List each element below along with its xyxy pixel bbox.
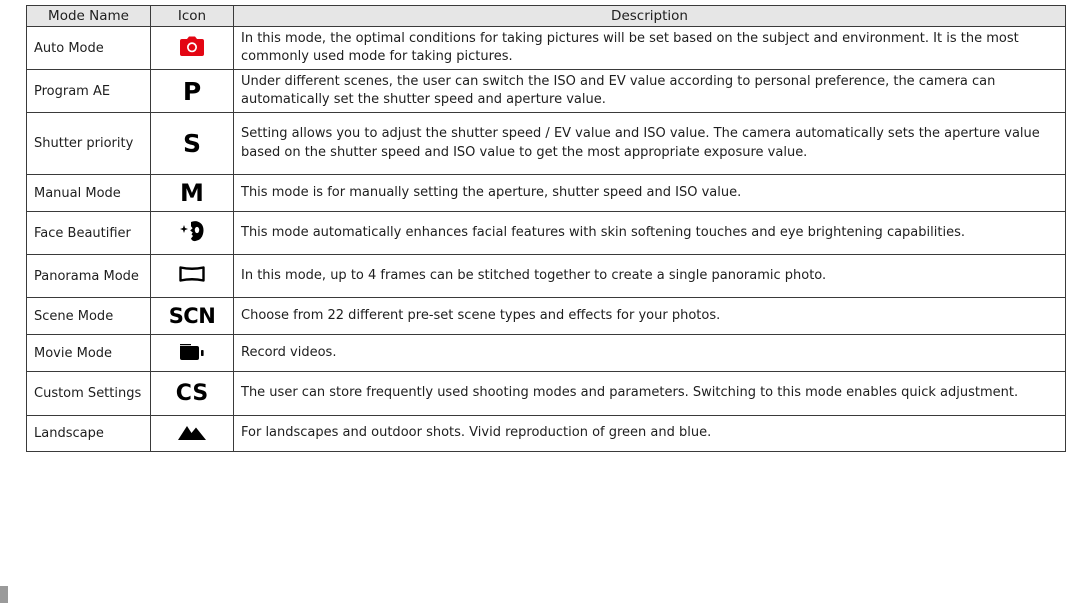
description-cell: Record videos. bbox=[233, 334, 1066, 372]
icon-cell: SCN bbox=[150, 297, 234, 335]
description-cell: In this mode, the optimal conditions for… bbox=[233, 26, 1066, 70]
table-row: Panorama Mode In this mode, up to 4 fram… bbox=[26, 254, 1066, 298]
description-cell: Choose from 22 different pre-set scene t… bbox=[233, 297, 1066, 335]
icon-cell: M bbox=[150, 174, 234, 212]
table-row: Scene Mode SCN Choose from 22 different … bbox=[26, 297, 1066, 335]
table-row: Shutter priority S Setting allows you to… bbox=[26, 112, 1066, 175]
face-beautifier-icon bbox=[180, 220, 204, 242]
shooting-modes-table: Mode Name Icon Description Auto Mode In … bbox=[26, 5, 1066, 452]
program-p-icon: P bbox=[182, 76, 202, 106]
description-cell: In this mode, up to 4 frames can be stit… bbox=[233, 254, 1066, 298]
icon-cell: P bbox=[150, 69, 234, 113]
table-row: Face Beautifier This mode automatically … bbox=[26, 211, 1066, 255]
mode-name-cell: Shutter priority bbox=[26, 112, 151, 175]
mode-name-cell: Scene Mode bbox=[26, 297, 151, 335]
description-cell: This mode automatically enhances facial … bbox=[233, 211, 1066, 255]
mode-name-cell: Auto Mode bbox=[26, 26, 151, 70]
description-cell: For landscapes and outdoor shots. Vivid … bbox=[233, 415, 1066, 452]
page-edge-tab bbox=[0, 586, 8, 603]
icon-cell bbox=[150, 415, 234, 452]
icon-cell bbox=[150, 334, 234, 372]
table-row: Movie Mode Record videos. bbox=[26, 334, 1066, 372]
mode-name-cell: Panorama Mode bbox=[26, 254, 151, 298]
header-mode-name: Mode Name bbox=[26, 5, 151, 27]
icon-cell bbox=[150, 211, 234, 255]
table-row: Custom Settings CS The user can store fr… bbox=[26, 371, 1066, 416]
mode-name-cell: Custom Settings bbox=[26, 371, 151, 416]
camera-icon bbox=[180, 36, 204, 56]
table-row: Manual Mode M This mode is for manually … bbox=[26, 174, 1066, 212]
header-description: Description bbox=[233, 5, 1066, 27]
description-cell: Setting allows you to adjust the shutter… bbox=[233, 112, 1066, 175]
icon-cell: CS bbox=[150, 371, 234, 416]
icon-cell: S bbox=[150, 112, 234, 175]
mode-name-cell: Face Beautifier bbox=[26, 211, 151, 255]
panorama-icon bbox=[179, 266, 205, 282]
description-cell: The user can store frequently used shoot… bbox=[233, 371, 1066, 416]
table-row: Program AE P Under different scenes, the… bbox=[26, 69, 1066, 113]
header-icon: Icon bbox=[150, 5, 234, 27]
table-row: Landscape For landscapes and outdoor sho… bbox=[26, 415, 1066, 452]
custom-cs-icon: CS bbox=[175, 381, 209, 406]
scene-scn-icon: SCN bbox=[168, 304, 216, 328]
mode-name-cell: Movie Mode bbox=[26, 334, 151, 372]
mode-name-cell: Program AE bbox=[26, 69, 151, 113]
table-header-row: Mode Name Icon Description bbox=[26, 5, 1066, 27]
manual-m-icon: M bbox=[180, 179, 204, 207]
icon-cell bbox=[150, 254, 234, 298]
icon-cell bbox=[150, 26, 234, 70]
shutter-s-icon: S bbox=[182, 129, 201, 158]
table-row: Auto Mode In this mode, the optimal cond… bbox=[26, 26, 1066, 70]
landscape-mountain-icon bbox=[178, 424, 206, 440]
mode-name-cell: Landscape bbox=[26, 415, 151, 452]
mode-name-cell: Manual Mode bbox=[26, 174, 151, 212]
description-cell: This mode is for manually setting the ap… bbox=[233, 174, 1066, 212]
movie-camera-icon bbox=[179, 343, 205, 360]
description-cell: Under different scenes, the user can swi… bbox=[233, 69, 1066, 113]
